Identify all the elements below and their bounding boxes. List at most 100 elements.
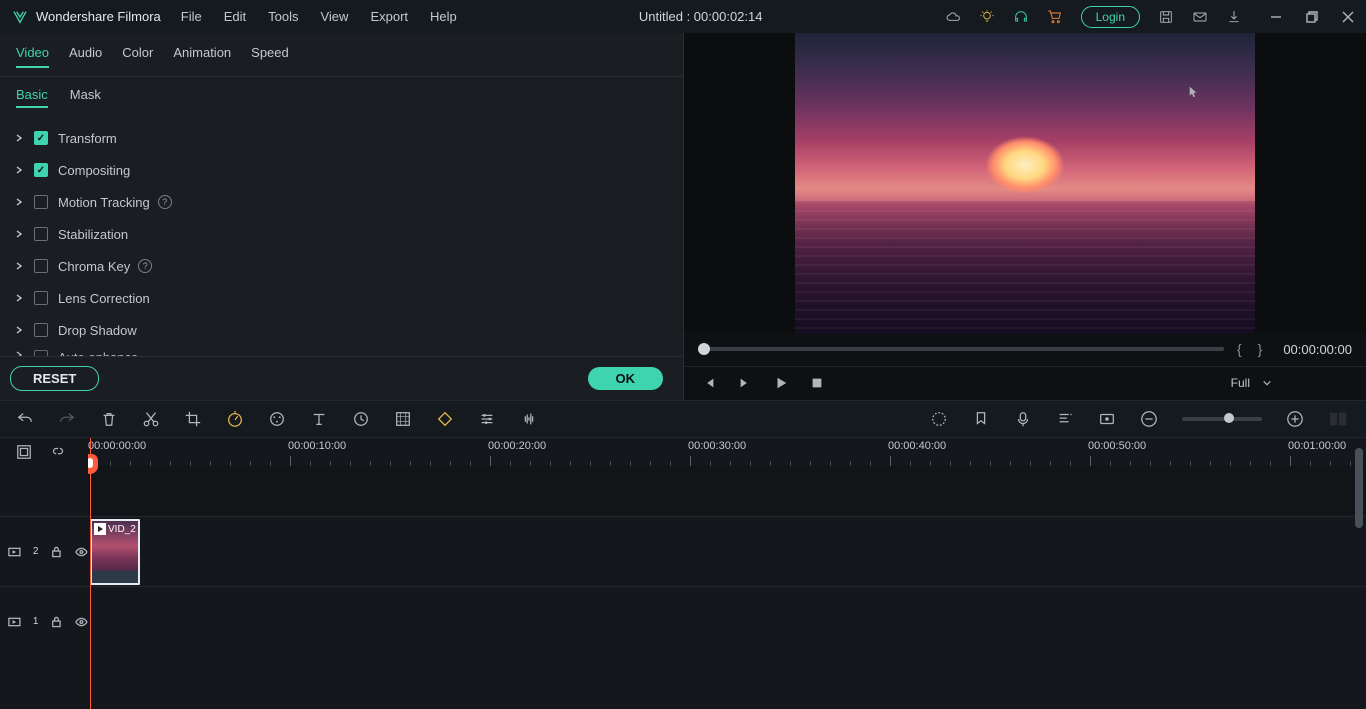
- scrub-handle[interactable]: [698, 343, 710, 355]
- property-row-chroma-key[interactable]: Chroma Key?: [0, 250, 683, 282]
- mixer-icon[interactable]: [1056, 410, 1074, 428]
- playhead[interactable]: [90, 438, 91, 709]
- redo-icon[interactable]: [58, 410, 76, 428]
- checkbox[interactable]: [34, 350, 48, 356]
- marker-icon[interactable]: [972, 410, 990, 428]
- checkbox[interactable]: [34, 323, 48, 337]
- download-icon[interactable]: [1226, 9, 1242, 25]
- adjust-icon[interactable]: [478, 410, 496, 428]
- subtab-mask[interactable]: Mask: [70, 87, 101, 108]
- zoom-fit-icon[interactable]: [1328, 410, 1350, 428]
- cart-icon[interactable]: [1047, 9, 1063, 25]
- mark-out-button[interactable]: }: [1255, 341, 1266, 357]
- video-lane-1[interactable]: [88, 586, 1366, 656]
- quality-selector[interactable]: Full: [1231, 376, 1272, 390]
- tab-color[interactable]: Color: [122, 45, 153, 68]
- crop-icon[interactable]: [184, 410, 202, 428]
- preview-panel: { } 00:00:00:00 Full: [683, 33, 1366, 400]
- lightbulb-icon[interactable]: [979, 9, 995, 25]
- speed-icon[interactable]: [226, 410, 244, 428]
- render-icon[interactable]: [930, 410, 948, 428]
- checkbox[interactable]: [34, 259, 48, 273]
- scrub-track[interactable]: [698, 347, 1224, 351]
- checkbox[interactable]: [34, 131, 48, 145]
- property-row-compositing[interactable]: Compositing: [0, 154, 683, 186]
- tab-animation[interactable]: Animation: [173, 45, 231, 68]
- zoom-in-icon[interactable]: [1286, 410, 1304, 428]
- zoom-out-icon[interactable]: [1140, 410, 1158, 428]
- property-row-auto-enhance[interactable]: Auto enhance: [0, 346, 683, 356]
- track-head-2: 2: [0, 516, 88, 586]
- checkbox[interactable]: [34, 195, 48, 209]
- lock-icon[interactable]: [50, 545, 63, 559]
- preview-image: [795, 33, 1255, 333]
- maximize-icon[interactable]: [1306, 11, 1318, 23]
- checkbox[interactable]: [34, 163, 48, 177]
- track-type-icon[interactable]: [8, 615, 21, 629]
- prev-frame-icon[interactable]: [702, 376, 716, 390]
- property-row-transform[interactable]: Transform: [0, 122, 683, 154]
- green-screen-icon[interactable]: [394, 410, 412, 428]
- menu-help[interactable]: Help: [430, 9, 457, 24]
- voiceover-icon[interactable]: [1014, 410, 1032, 428]
- split-icon[interactable]: [142, 410, 160, 428]
- tab-audio[interactable]: Audio: [69, 45, 102, 68]
- timeline-clip[interactable]: VID_2: [90, 519, 140, 585]
- menu-file[interactable]: File: [181, 9, 202, 24]
- cloud-icon[interactable]: [945, 9, 961, 25]
- zoom-slider[interactable]: [1182, 417, 1262, 421]
- track-link-icon[interactable]: [50, 444, 66, 460]
- menu-edit[interactable]: Edit: [224, 9, 246, 24]
- scrollbar-thumb[interactable]: [1355, 448, 1363, 528]
- menu-view[interactable]: View: [320, 9, 348, 24]
- login-button[interactable]: Login: [1081, 6, 1140, 28]
- checkbox[interactable]: [34, 291, 48, 305]
- minimize-icon[interactable]: [1270, 11, 1282, 23]
- mail-icon[interactable]: [1192, 9, 1208, 25]
- panel-footer: RESET OK: [0, 356, 683, 400]
- play-icon[interactable]: [774, 376, 788, 390]
- property-list[interactable]: TransformCompositingMotion Tracking?Stab…: [0, 118, 683, 356]
- undo-icon[interactable]: [16, 410, 34, 428]
- tab-speed[interactable]: Speed: [251, 45, 289, 68]
- reset-button[interactable]: RESET: [10, 366, 99, 391]
- delete-icon[interactable]: [100, 410, 118, 428]
- video-lane-2[interactable]: VID_2: [88, 516, 1366, 586]
- property-row-drop-shadow[interactable]: Drop Shadow: [0, 314, 683, 346]
- eye-icon[interactable]: [75, 615, 88, 629]
- next-frame-icon[interactable]: [738, 376, 752, 390]
- menu-export[interactable]: Export: [370, 9, 408, 24]
- property-row-stabilization[interactable]: Stabilization: [0, 218, 683, 250]
- property-row-motion-tracking[interactable]: Motion Tracking?: [0, 186, 683, 218]
- timeline-scrollbar[interactable]: [1354, 438, 1364, 709]
- tab-video[interactable]: Video: [16, 45, 49, 68]
- ruler-label: 00:00:00:00: [88, 440, 146, 452]
- help-icon[interactable]: ?: [158, 195, 172, 209]
- mark-in-button[interactable]: {: [1234, 341, 1245, 357]
- ok-button[interactable]: OK: [588, 367, 664, 390]
- property-row-lens-correction[interactable]: Lens Correction: [0, 282, 683, 314]
- help-icon[interactable]: ?: [138, 259, 152, 273]
- eye-icon[interactable]: [75, 545, 88, 559]
- audio-wave-icon[interactable]: [520, 410, 538, 428]
- track-type-icon[interactable]: [8, 545, 21, 559]
- keyframe-circle-icon[interactable]: [352, 410, 370, 428]
- timeline-ruler[interactable]: 00:00:00:0000:00:10:0000:00:20:0000:00:3…: [88, 438, 1366, 466]
- preview-viewport[interactable]: [684, 33, 1366, 333]
- record-icon[interactable]: [1098, 410, 1116, 428]
- subtab-basic[interactable]: Basic: [16, 87, 48, 108]
- stop-icon[interactable]: [810, 376, 824, 390]
- menu-tools[interactable]: Tools: [268, 9, 298, 24]
- lock-icon[interactable]: [50, 615, 63, 629]
- keyframe-diamond-icon[interactable]: [436, 410, 454, 428]
- document-title: Untitled : 00:00:02:14: [457, 9, 945, 24]
- headphones-icon[interactable]: [1013, 9, 1029, 25]
- text-icon[interactable]: [310, 410, 328, 428]
- save-icon[interactable]: [1158, 9, 1174, 25]
- checkbox[interactable]: [34, 227, 48, 241]
- close-icon[interactable]: [1342, 11, 1354, 23]
- color-icon[interactable]: [268, 410, 286, 428]
- timeline-body[interactable]: 00:00:00:0000:00:10:0000:00:20:0000:00:3…: [88, 438, 1366, 709]
- zoom-handle[interactable]: [1224, 413, 1234, 423]
- track-add-icon[interactable]: [16, 444, 32, 460]
